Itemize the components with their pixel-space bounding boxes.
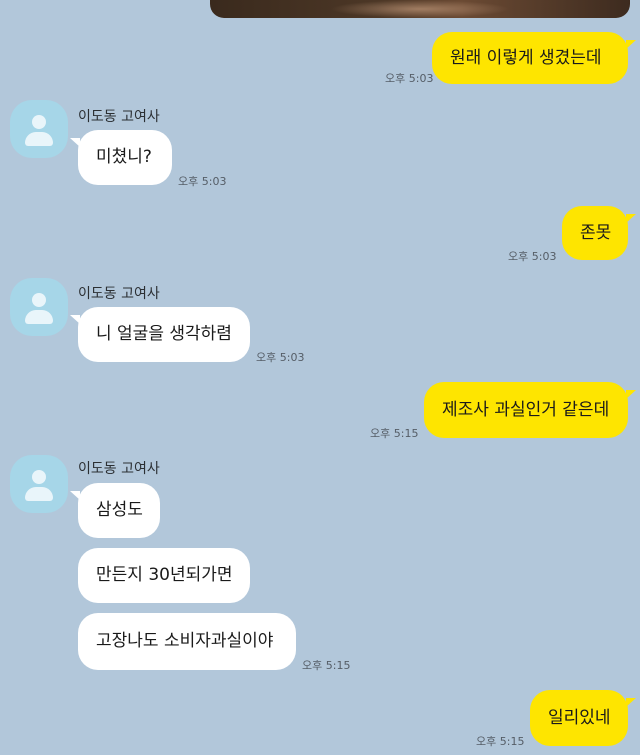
my-message-bubble[interactable]: 존못: [562, 206, 628, 260]
my-message-bubble[interactable]: 일리있네: [530, 690, 628, 746]
shared-photo[interactable]: [210, 0, 630, 18]
bubble-tail: [626, 40, 636, 49]
sender-name: 이도동 고여사: [78, 286, 160, 302]
message-text: 제조사 과실인거 같은데: [442, 399, 610, 420]
message-time: 오후 5:15: [476, 735, 525, 748]
bubble-tail: [626, 390, 636, 399]
avatar[interactable]: [10, 278, 68, 336]
other-message-bubble[interactable]: 만든지 30년되가면: [78, 548, 250, 603]
message-text: 만든지 30년되가면: [96, 565, 233, 585]
message-text: 원래 이렇게 생겼는데: [450, 47, 602, 68]
avatar[interactable]: [10, 100, 68, 158]
other-message-bubble[interactable]: 미쳤니?: [78, 130, 172, 185]
message-time: 오후 5:03: [508, 250, 557, 263]
message-text: 고장나도 소비자과실이야: [96, 631, 274, 651]
bubble-tail: [70, 491, 80, 500]
message-text: 미쳤니?: [96, 147, 152, 167]
avatar[interactable]: [10, 455, 68, 513]
message-time: 오후 5:03: [178, 175, 227, 188]
message-text: 존못: [580, 222, 612, 243]
bubble-tail: [626, 214, 636, 223]
my-message-bubble[interactable]: 원래 이렇게 생겼는데: [432, 32, 628, 84]
my-message-bubble[interactable]: 제조사 과실인거 같은데: [424, 382, 628, 438]
sender-name: 이도동 고여사: [78, 109, 160, 125]
other-message-bubble[interactable]: 니 얼굴을 생각하렴: [78, 307, 250, 362]
message-time: 오후 5:15: [370, 427, 419, 440]
bubble-tail: [626, 698, 636, 707]
message-time: 오후 5:03: [385, 72, 434, 85]
sender-name: 이도동 고여사: [78, 461, 160, 477]
bubble-tail: [70, 315, 80, 324]
chat-area[interactable]: 원래 이렇게 생겼는데 오후 5:03 이도동 고여사 미쳤니? 오후 5:03…: [0, 0, 640, 755]
person-icon: [32, 293, 46, 307]
message-time: 오후 5:03: [256, 351, 305, 364]
bubble-tail: [70, 138, 80, 147]
message-text: 삼성도: [96, 500, 143, 520]
other-message-bubble[interactable]: 삼성도: [78, 483, 160, 538]
other-message-bubble[interactable]: 고장나도 소비자과실이야: [78, 613, 296, 670]
person-icon: [32, 470, 46, 484]
message-time: 오후 5:15: [302, 659, 351, 672]
person-icon: [32, 115, 46, 129]
message-text: 일리있네: [548, 707, 611, 728]
message-text: 니 얼굴을 생각하렴: [96, 324, 232, 344]
